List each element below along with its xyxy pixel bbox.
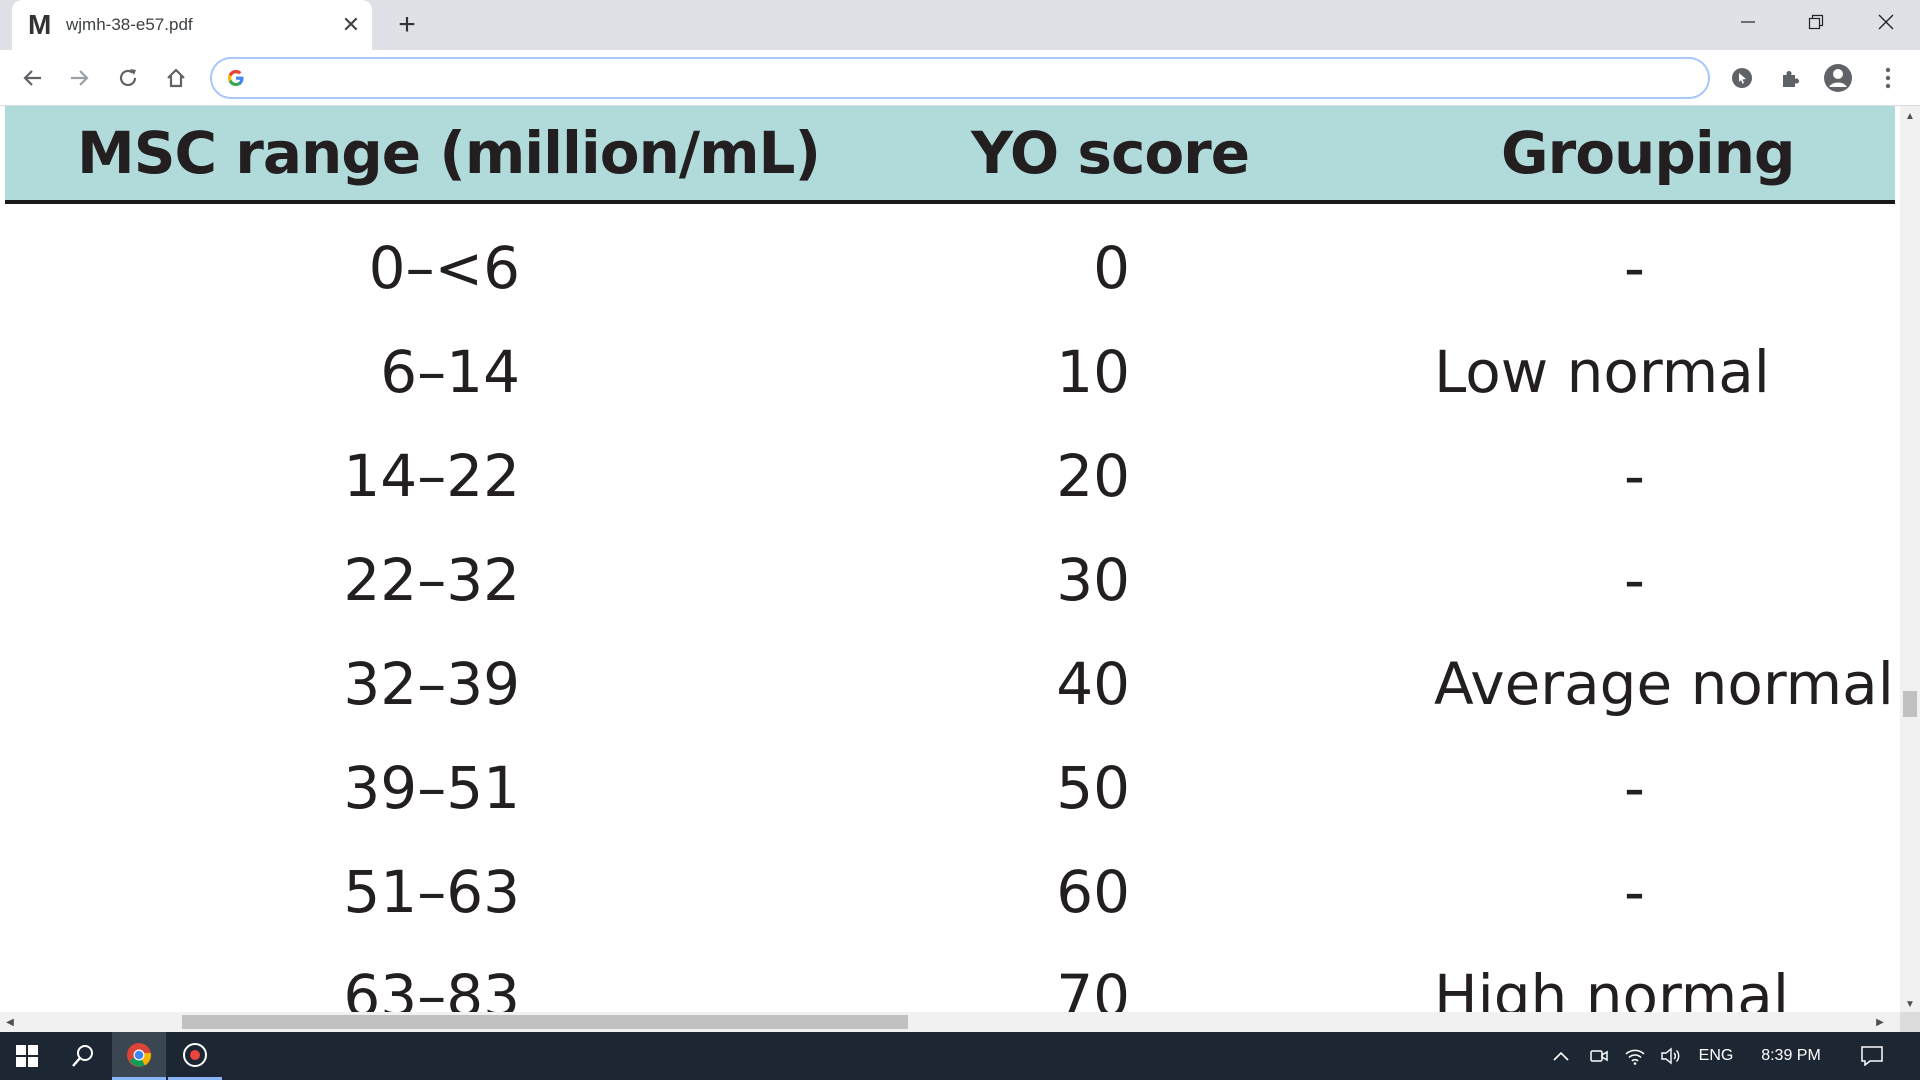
grouping-cell: - [1624, 858, 1645, 926]
camera-icon [1590, 1050, 1608, 1062]
msc-range-cell: 51–63 [343, 858, 520, 926]
grouping-cell: - [1624, 546, 1645, 614]
scroll-up-arrow-icon[interactable]: ▲ [1900, 106, 1920, 126]
new-tab-button[interactable]: + [390, 8, 424, 42]
record-icon [183, 1042, 207, 1067]
meet-now-button[interactable] [1584, 1032, 1614, 1080]
speaker-icon [1661, 1047, 1680, 1065]
header-yo-score: YO score [971, 119, 1250, 187]
url-input[interactable] [256, 63, 1708, 93]
grouping-cell: - [1624, 234, 1645, 302]
table-row: 51–63 60 - [0, 840, 1900, 944]
reload-button[interactable] [110, 60, 146, 96]
tab-title: wjmh-38-e57.pdf [66, 15, 193, 34]
tab-pdf[interactable]: M wjmh-38-e57.pdf ✕ [12, 0, 372, 50]
table-header: MSC range (million/mL) YO score Grouping [5, 106, 1895, 204]
scroll-down-arrow-icon[interactable]: ▼ [1900, 994, 1920, 1014]
yo-score-cell: 10 [1056, 338, 1130, 406]
home-button[interactable] [158, 60, 194, 96]
msc-range-cell: 14–22 [343, 442, 520, 510]
back-button[interactable] [14, 60, 50, 96]
yo-score-cell: 30 [1056, 546, 1130, 614]
grouping-cell: - [1624, 754, 1645, 822]
restore-icon [1808, 14, 1824, 30]
scroll-right-arrow-icon[interactable]: ▶ [1870, 1012, 1890, 1032]
taskbar: ENG 8:39 PM [0, 1032, 1920, 1080]
more-vert-icon [1885, 67, 1891, 89]
grouping-cell: High normal [1434, 962, 1789, 1014]
grouping-cell: Average normal [1434, 650, 1894, 718]
address-bar[interactable] [210, 57, 1710, 99]
msc-range-cell: 32–39 [343, 650, 520, 718]
wifi-icon [1625, 1049, 1645, 1065]
table-row: 32–39 40 Average normal [0, 632, 1900, 736]
menu-button[interactable] [1870, 60, 1906, 96]
msc-range-cell: 22–32 [343, 546, 520, 614]
header-grouping: Grouping [1501, 119, 1796, 187]
extensions-button[interactable] [1772, 60, 1808, 96]
yo-score-cell: 50 [1056, 754, 1130, 822]
table-row: 0–<6 0 - [0, 216, 1900, 320]
back-arrow-icon [23, 70, 41, 86]
profile-button[interactable] [1820, 60, 1856, 96]
show-hidden-icons-button[interactable] [1548, 1032, 1574, 1080]
chrome-icon [127, 1042, 152, 1067]
minimize-icon [1741, 21, 1755, 23]
home-icon [167, 68, 185, 88]
msc-range-cell: 39–51 [343, 754, 520, 822]
msc-range-cell: 6–14 [380, 338, 520, 406]
cursor-extension-button[interactable] [1724, 60, 1760, 96]
volume-button[interactable] [1656, 1032, 1686, 1080]
yo-score-cell: 0 [1093, 234, 1130, 302]
yo-score-cell: 70 [1056, 962, 1130, 1014]
forward-button[interactable] [62, 60, 98, 96]
yo-score-cell: 60 [1056, 858, 1130, 926]
chevron-up-icon [1553, 1051, 1569, 1061]
forward-arrow-icon [71, 70, 89, 86]
horizontal-scroll-thumb[interactable] [182, 1015, 908, 1029]
puzzle-icon [1783, 71, 1799, 87]
close-window-button[interactable] [1852, 0, 1920, 44]
vertical-scroll-thumb[interactable] [1903, 691, 1917, 717]
close-icon [1878, 14, 1894, 30]
yo-score-cell: 20 [1056, 442, 1130, 510]
scrollbar-corner [1900, 1012, 1920, 1032]
scroll-left-arrow-icon[interactable]: ◀ [0, 1012, 20, 1032]
vertical-scrollbar[interactable]: ▲ ▼ [1900, 106, 1920, 1014]
table-row: 6–14 10 Low normal [0, 320, 1900, 424]
horizontal-scrollbar[interactable]: ◀ ▶ [0, 1012, 1900, 1032]
google-g-icon [227, 69, 244, 87]
reload-icon [119, 69, 137, 87]
tab-favicon: M [28, 9, 52, 40]
start-button[interactable] [0, 1032, 54, 1080]
clock[interactable]: 8:39 PM [1748, 1032, 1834, 1080]
minimize-button[interactable] [1714, 0, 1782, 44]
close-tab-icon[interactable]: ✕ [336, 10, 366, 40]
table-row: 14–22 20 - [0, 424, 1900, 528]
grouping-cell: Low normal [1434, 338, 1770, 406]
search-button[interactable] [56, 1032, 110, 1080]
avatar-icon [1824, 64, 1852, 92]
search-icon [72, 1045, 93, 1067]
header-msc-range: MSC range (million/mL) [77, 119, 821, 187]
yo-score-cell: 40 [1056, 650, 1130, 718]
language-indicator[interactable]: ENG [1690, 1032, 1742, 1080]
table-row: 22–32 30 - [0, 528, 1900, 632]
notifications-button[interactable] [1850, 1032, 1894, 1080]
windows-logo-icon [16, 1045, 38, 1067]
cursor-extension-icon [1732, 68, 1752, 88]
msc-range-cell: 63–83 [343, 962, 520, 1014]
network-button[interactable] [1620, 1032, 1650, 1080]
notification-icon [1861, 1046, 1883, 1066]
tab-strip: M wjmh-38-e57.pdf ✕ + [0, 0, 1920, 50]
restore-button[interactable] [1782, 0, 1850, 44]
msc-range-cell: 0–<6 [368, 234, 520, 302]
browser-toolbar [0, 50, 1920, 106]
grouping-cell: - [1624, 442, 1645, 510]
pdf-viewport[interactable]: MSC range (million/mL) YO score Grouping… [0, 106, 1900, 1014]
taskbar-recorder[interactable] [168, 1032, 222, 1080]
table-row: 39–51 50 - [0, 736, 1900, 840]
table-row: 63–83 70 High normal [0, 944, 1900, 1014]
taskbar-chrome[interactable] [112, 1032, 166, 1080]
